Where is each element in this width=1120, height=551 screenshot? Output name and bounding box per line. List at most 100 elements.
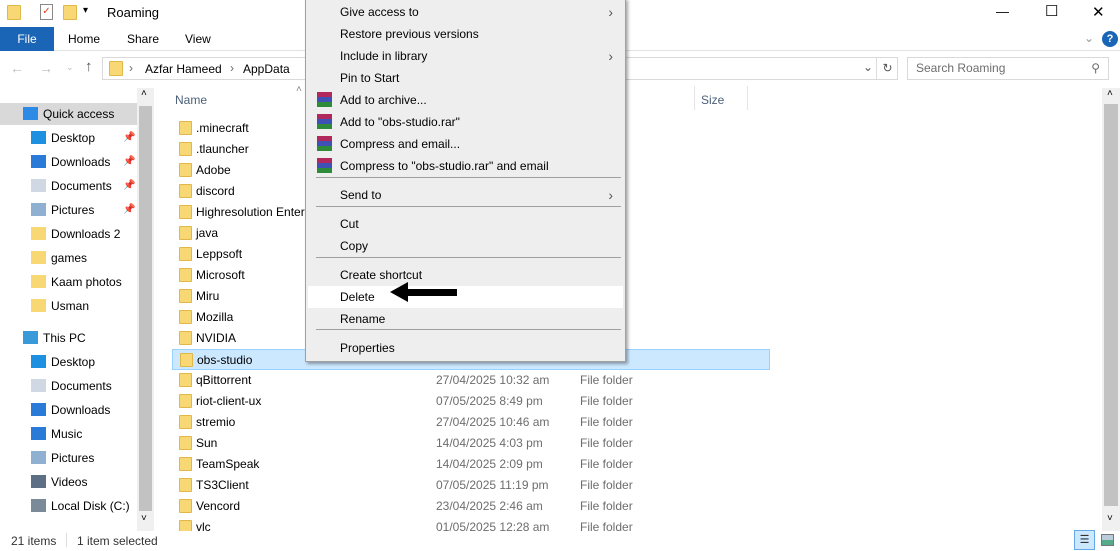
breadcrumb-azfar-hameed[interactable]: Azfar Hameed [145,62,222,76]
menu-item-properties[interactable]: Properties [308,337,623,359]
menu-item-delete[interactable]: Delete [308,286,623,308]
column-header-name[interactable]: Name [175,93,207,107]
address-dropdown-icon[interactable]: ⌄ [863,60,873,74]
menu-item-copy[interactable]: Copy [308,235,623,257]
pin-icon: 📌 [123,132,136,143]
drive-icon [31,499,46,512]
menu-item-pin-to-start[interactable]: Pin to Start [308,67,623,89]
date-modified: 14/04/2025 2:09 pm [436,457,543,471]
folder-icon [109,61,123,76]
menu-item-give-access-to[interactable]: Give access to › [308,1,623,23]
folder-icon [179,331,192,345]
item-count: 21 items [11,534,57,548]
folder-icon [179,436,192,450]
sidebar-item-label: Usman [51,299,90,313]
sidebar-item[interactable]: This PC [0,327,137,349]
large-icons-view-button[interactable] [1101,534,1114,546]
column-header-size[interactable]: Size [694,86,748,110]
expand-ribbon-icon[interactable]: ⌄ [1084,31,1094,45]
new-folder-icon[interactable] [63,5,77,20]
menu-item-restore-previous-versions[interactable]: Restore previous versions [308,23,623,45]
file-row[interactable]: vlc 01/05/2025 12:28 am File folder [172,517,770,531]
file-name: Miru [196,289,220,303]
menu-item-send-to[interactable]: Send to › [308,184,623,206]
file-list-scrollbar[interactable]: ˄ ˅ [1102,88,1120,531]
breadcrumb-separator-icon[interactable]: › [129,61,133,75]
breadcrumb-separator-icon[interactable]: › [230,61,234,75]
window-title: Roaming [107,5,160,20]
folder-icon [179,373,192,387]
sidebar-item[interactable]: Downloads [0,399,137,421]
sidebar-item[interactable]: Pictures 📌 [0,199,137,221]
sidebar-item[interactable]: Desktop [0,351,137,373]
menu-item-create-shortcut[interactable]: Create shortcut [308,264,623,286]
sidebar-item[interactable]: Videos [0,471,137,493]
folder-icon [179,499,192,513]
date-modified: 01/05/2025 12:28 am [436,520,550,531]
search-input[interactable]: Search Roaming ⚲ [907,57,1109,80]
help-button[interactable]: ? [1102,31,1118,47]
sidebar-item[interactable]: Kaam photos [0,271,137,293]
file-row[interactable]: qBittorrent 27/04/2025 10:32 am File folde… [172,370,770,391]
menu-item-label: Add to "obs-studio.rar" [340,115,460,129]
breadcrumb-appdata[interactable]: AppData [243,62,290,76]
file-row[interactable]: Sun 14/04/2025 4:03 pm File folder [172,433,770,454]
sidebar-item[interactable]: Desktop 📌 [0,127,137,149]
recent-locations-icon[interactable]: ⌄ [66,62,74,73]
details-view-button[interactable]: ☰ [1074,530,1095,550]
menu-item-cut[interactable]: Cut [308,213,623,235]
winrar-icon [317,136,332,151]
customize-toolbar-icon[interactable]: ▾ [83,5,88,16]
maximize-button[interactable]: ☐ [1045,2,1058,20]
properties-icon[interactable]: ✓ [40,4,53,20]
file-row[interactable]: riot-client-ux 07/05/2025 8:49 pm File fol… [172,391,770,412]
refresh-icon[interactable]: ↻ [876,58,898,79]
download-icon [31,155,46,168]
forward-button[interactable]: → [39,60,53,76]
sidebar-item-label: Videos [51,475,88,489]
sidebar-item[interactable]: Quick access [0,103,137,125]
file-type: File folder [580,394,633,408]
pin-icon: 📌 [123,156,136,167]
sidebar-item[interactable]: Pictures [0,447,137,469]
sidebar-item-label: Kaam photos [51,275,122,289]
file-type: File folder [580,499,633,513]
sidebar-item[interactable]: Music [0,423,137,445]
file-row[interactable]: Vencord 23/04/2025 2:46 am File folder [172,496,770,517]
menu-item-compress-and-email[interactable]: Compress and email... [308,133,623,155]
file-row[interactable]: TS3Client 07/05/2025 11:19 pm File folder [172,475,770,496]
tab-view[interactable]: View [185,27,211,51]
sidebar-item[interactable]: Usman [0,295,137,317]
menu-item-label: Give access to [340,5,419,19]
folder-icon [179,478,192,492]
sidebar-item[interactable]: Documents 📌 [0,175,137,197]
close-button[interactable]: ✕ [1092,3,1105,21]
folder-icon [179,205,192,219]
sidebar-item[interactable]: Downloads 2 [0,223,137,245]
sidebar-item[interactable]: games [0,247,137,269]
date-modified: 14/04/2025 4:03 pm [436,436,543,450]
back-button[interactable]: ← [10,60,24,76]
sidebar-item[interactable]: Documents [0,375,137,397]
folder-icon [31,227,46,240]
menu-item-add-to-archive[interactable]: Add to archive... [308,89,623,111]
minimize-button[interactable]: — [996,4,1009,19]
menu-item-add-to-obs-studio-rar[interactable]: Add to "obs-studio.rar" [308,111,623,133]
sidebar-item[interactable]: Local Disk (C:) [0,495,137,517]
folder-icon [179,268,192,282]
navigation-scrollbar[interactable]: ˄ ˅ [137,88,154,531]
menu-item-include-in-library[interactable]: Include in library › [308,45,623,67]
file-type: File folder [580,373,633,387]
menu-item-compress-to-obs-studio-rar-and-email[interactable]: Compress to "obs-studio.rar" and email [308,155,623,177]
file-row[interactable]: TeamSpeak 14/04/2025 2:09 pm File folder [172,454,770,475]
folder-icon [179,163,192,177]
sidebar-item[interactable]: Downloads 📌 [0,151,137,173]
tab-file[interactable]: File [0,27,54,51]
up-button[interactable]: ↑ [85,58,93,75]
menu-item-rename[interactable]: Rename [308,308,623,330]
tab-home[interactable]: Home [68,27,100,51]
tab-share[interactable]: Share [127,27,159,51]
file-name: Microsoft [196,268,245,282]
menu-separator [316,177,621,178]
file-row[interactable]: stremio 27/04/2025 10:46 am File folder [172,412,770,433]
